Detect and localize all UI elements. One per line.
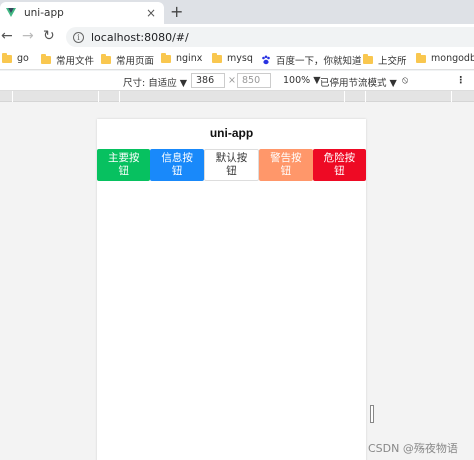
media-query-ruler[interactable] <box>0 91 474 102</box>
bookmark-go[interactable]: go <box>2 52 29 64</box>
close-icon[interactable]: × <box>146 6 156 20</box>
tab-title: uni-app <box>24 7 64 19</box>
width-input[interactable]: 386 <box>191 73 225 88</box>
page-title: uni-app <box>209 126 254 140</box>
button-row: 主要按钮 信息按钮 默认按钮 警告按钮 危险按钮 <box>97 149 367 181</box>
bookmarks-bar: go 常用文件 常用页面 nginx mysq 百度一下，你就知道 上交所 mo… <box>0 50 474 70</box>
resize-handle[interactable] <box>370 405 374 423</box>
height-input[interactable]: 850 <box>237 73 271 88</box>
browser-tab[interactable]: uni-app × <box>0 2 164 24</box>
default-button[interactable]: 默认按钮 <box>203 149 260 181</box>
chevron-down-icon: ▼ <box>179 78 188 89</box>
ruler-tick <box>98 91 99 102</box>
bookmark-label: 常用文件 <box>56 56 95 67</box>
device-size-select[interactable]: 尺寸: 自适应 ▼ <box>123 75 187 89</box>
folder-icon <box>212 52 222 63</box>
bookmark-label: 上交所 <box>378 56 407 67</box>
ruler-tick <box>344 91 345 102</box>
device-screen: uni-app 主要按钮 信息按钮 默认按钮 警告按钮 危险按钮 <box>97 119 367 460</box>
danger-button[interactable]: 危险按钮 <box>312 149 367 181</box>
ruler-tick <box>119 91 120 102</box>
info-icon[interactable]: i <box>73 31 84 43</box>
device-size-label: 尺寸: 自适应 <box>123 78 177 89</box>
ruler-tick <box>365 91 366 102</box>
reload-icon[interactable]: ↻ <box>43 28 55 44</box>
device-toolbar: 尺寸: 自适应 ▼ 386 × 850 100% ▼ 已停用节流模式 ▼ ⦸ ⋮ <box>0 71 474 91</box>
tab-strip: uni-app × + <box>0 0 474 24</box>
bookmark-mongodb[interactable]: mongodb <box>416 52 474 64</box>
url-text: localhost:8080/#/ <box>91 30 189 44</box>
address-bar[interactable]: i localhost:8080/#/ <box>66 27 474 47</box>
primary-button[interactable]: 主要按钮 <box>97 149 151 181</box>
folder-icon <box>363 54 373 64</box>
ruler-tick <box>451 91 452 102</box>
bookmark-label: mongodb <box>431 53 474 64</box>
throttle-select[interactable]: 已停用节流模式 ▼ <box>320 75 397 89</box>
bookmark-label: 百度一下，你就知道 <box>276 56 362 67</box>
bookmark-mysql[interactable]: mysq <box>212 52 253 64</box>
folder-icon <box>161 52 171 63</box>
bookmark-common-pages[interactable]: 常用页面 <box>101 53 154 67</box>
folder-icon <box>41 54 51 64</box>
baidu-paw-icon <box>262 55 270 65</box>
more-vert-icon[interactable]: ⋮ <box>456 75 466 86</box>
bookmark-label: go <box>17 53 29 64</box>
zoom-label: 100% <box>283 75 311 86</box>
bookmark-baidu[interactable]: 百度一下，你就知道 <box>261 53 362 67</box>
warning-button[interactable]: 警告按钮 <box>259 149 313 181</box>
throttle-label: 已停用节流模式 <box>320 78 387 89</box>
bookmark-label: nginx <box>176 53 203 64</box>
device-viewport: uni-app 主要按钮 信息按钮 默认按钮 警告按钮 危险按钮 <box>0 102 474 460</box>
bookmark-label: mysq <box>227 53 253 64</box>
ruler-tick <box>12 91 13 102</box>
info-button[interactable]: 信息按钮 <box>150 149 204 181</box>
bookmark-nginx[interactable]: nginx <box>161 52 203 64</box>
zoom-select[interactable]: 100% ▼ <box>283 75 321 86</box>
address-row: ← → ↻ i localhost:8080/#/ <box>0 24 474 50</box>
chevron-down-icon: ▼ <box>389 78 397 89</box>
bookmark-common-files[interactable]: 常用文件 <box>41 53 94 67</box>
folder-icon <box>2 52 12 63</box>
no-sign-icon[interactable]: ⦸ <box>402 75 408 86</box>
bookmark-label: 常用页面 <box>116 56 155 67</box>
plus-icon[interactable]: + <box>170 2 183 21</box>
forward-arrow-icon[interactable]: → <box>22 28 34 44</box>
bookmark-sse[interactable]: 上交所 <box>363 53 407 67</box>
folder-icon <box>101 54 111 64</box>
vue-logo-icon <box>6 8 16 17</box>
folder-icon <box>416 52 426 63</box>
times-sign: × <box>228 75 236 86</box>
watermark: CSDN @殇夜物语 <box>368 442 458 455</box>
back-arrow-icon[interactable]: ← <box>1 28 13 44</box>
